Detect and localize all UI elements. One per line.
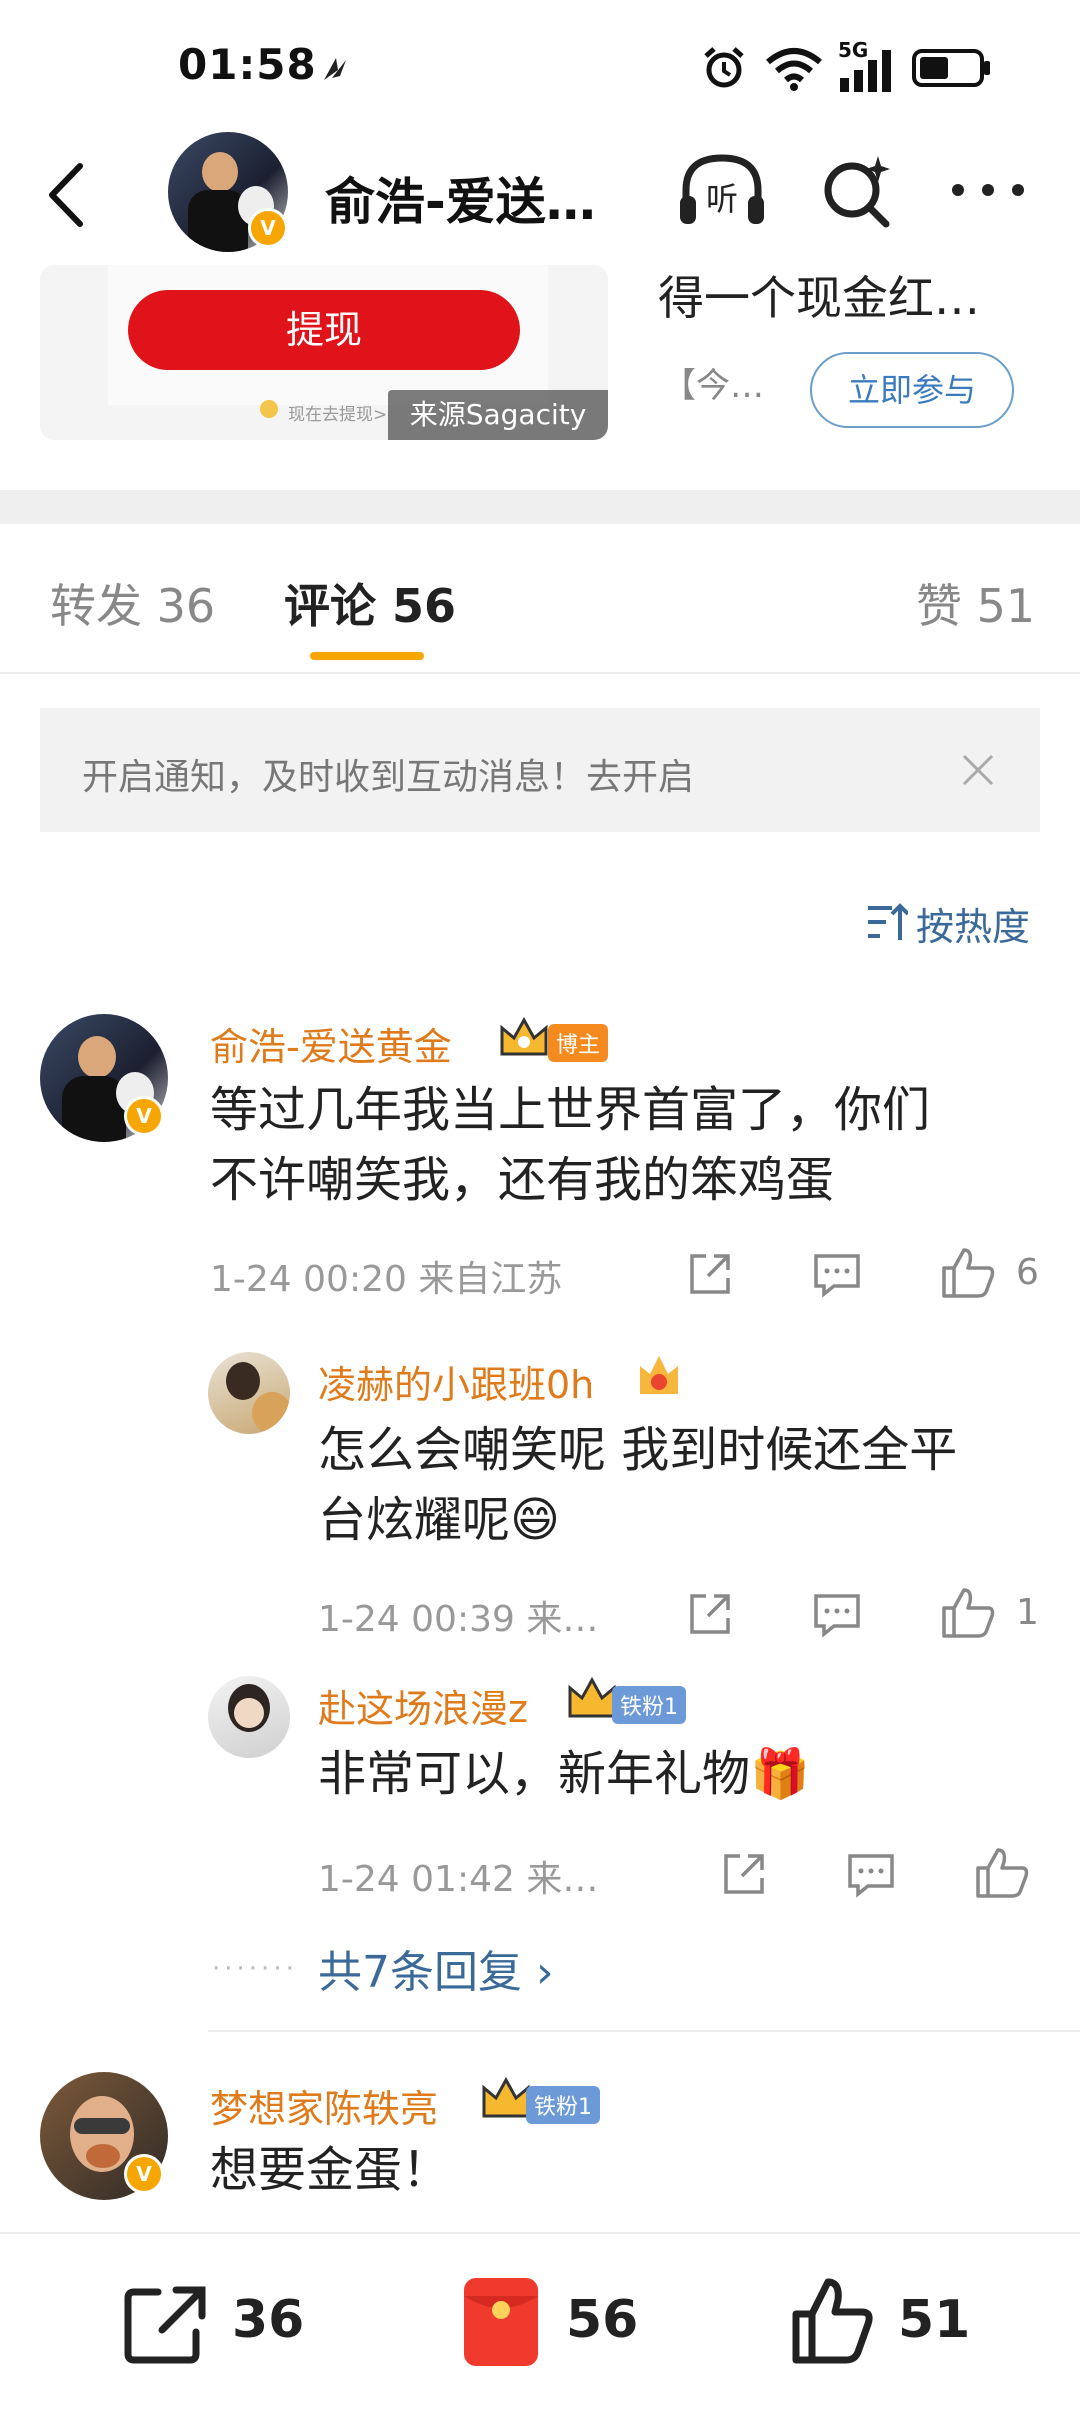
tab-active-indicator bbox=[310, 652, 424, 660]
ai-search-icon[interactable] bbox=[818, 150, 898, 230]
promo-subtitle: 【今… bbox=[662, 366, 764, 406]
comment-text-line1: 想要金蛋！ bbox=[210, 2142, 451, 2198]
listen-label: 听 bbox=[706, 180, 738, 218]
comment-text-line2: 不许嘲笑我，还有我的笨鸡蛋 bbox=[210, 1152, 835, 1208]
alarm-icon bbox=[704, 47, 744, 88]
verified-badge-icon: V bbox=[124, 1096, 164, 1136]
section-divider bbox=[0, 490, 1080, 524]
withdraw-button[interactable]: 提现 bbox=[128, 290, 520, 370]
verified-badge-icon: V bbox=[124, 2154, 164, 2194]
close-icon[interactable] bbox=[960, 752, 996, 788]
battery-icon bbox=[912, 49, 990, 87]
comment-text-line1: 等过几年我当上世界首富了，你们 bbox=[210, 1082, 931, 1138]
reply-icon[interactable] bbox=[846, 1852, 896, 1898]
crown-heart-icon bbox=[640, 1356, 678, 1394]
red-envelope-comment-icon[interactable] bbox=[462, 2276, 540, 2368]
reply-icon[interactable] bbox=[812, 1252, 862, 1298]
comment-author-name[interactable]: 梦想家陈轶亮 bbox=[210, 2078, 438, 2133]
crown-icon bbox=[568, 1676, 616, 1718]
like-count: 1 bbox=[1016, 1592, 1039, 1633]
view-more-replies[interactable]: 共7条回复 › bbox=[318, 1936, 554, 2000]
reply-meta: 1-24 01:42 来… bbox=[318, 1859, 599, 1900]
withdraw-note: 现在去提现> bbox=[288, 405, 388, 425]
reply-author-name[interactable]: 凌赫的小跟班0h bbox=[318, 1354, 594, 1409]
promo-title[interactable]: 得一个现金红… bbox=[658, 262, 980, 328]
like-count-total[interactable]: 51 bbox=[898, 2290, 970, 2350]
blogger-badge: 博主 bbox=[548, 1024, 609, 1062]
verified-badge-icon: V bbox=[248, 208, 288, 248]
reply-text-line1: 怎么会嘲笑呢 我到时候还全平 bbox=[318, 1422, 958, 1478]
send-icon bbox=[324, 58, 346, 80]
crown-icon bbox=[482, 2076, 530, 2118]
reply-avatar[interactable] bbox=[208, 1676, 290, 1758]
headphones-listen-icon[interactable]: 听 bbox=[676, 150, 768, 230]
reply-author-name[interactable]: 赴这场浪漫z bbox=[318, 1678, 528, 1733]
repost-icon[interactable] bbox=[124, 2284, 208, 2364]
share-icon[interactable] bbox=[686, 1590, 734, 1638]
reply-icon[interactable] bbox=[812, 1592, 862, 1638]
comment-separator bbox=[208, 2030, 1080, 2032]
more-icon[interactable] bbox=[948, 180, 1028, 200]
coin-icon bbox=[260, 400, 278, 418]
sort-by-heat[interactable]: 按热度 bbox=[916, 896, 1030, 951]
share-icon[interactable] bbox=[720, 1850, 768, 1898]
join-now-button[interactable]: 立即参与 bbox=[810, 352, 1014, 428]
sort-icon[interactable] bbox=[866, 902, 908, 942]
reply-dots-divider: ······· bbox=[212, 1954, 298, 1984]
like-icon[interactable] bbox=[790, 2276, 874, 2366]
tab-comments[interactable]: 评论 56 bbox=[284, 570, 456, 636]
share-icon[interactable] bbox=[686, 1250, 734, 1298]
comment-author-name[interactable]: 俞浩-爱送黄金 bbox=[210, 1016, 452, 1071]
comment-count[interactable]: 56 bbox=[566, 2290, 638, 2350]
like-icon[interactable] bbox=[974, 1846, 1030, 1900]
author-name-title[interactable]: 俞浩-爱送… bbox=[325, 162, 596, 234]
repost-count[interactable]: 36 bbox=[232, 2290, 304, 2350]
reply-meta: 1-24 00:39 来… bbox=[318, 1599, 599, 1640]
like-icon[interactable] bbox=[940, 1586, 996, 1640]
wifi-icon bbox=[766, 48, 822, 91]
reply-text-line2: 台炫耀呢😄 bbox=[318, 1492, 561, 1548]
tab-likes[interactable]: 赞 51 bbox=[916, 570, 1035, 636]
like-count: 6 bbox=[1016, 1252, 1039, 1293]
iron-fan-badge: 铁粉1 bbox=[612, 1686, 686, 1724]
like-icon[interactable] bbox=[940, 1246, 996, 1300]
iron-fan-badge: 铁粉1 bbox=[526, 2086, 600, 2124]
reply-text-line1: 非常可以，新年礼物🎁 bbox=[318, 1746, 810, 1802]
source-tag: 来源Sagacity bbox=[388, 390, 608, 440]
comment-meta: 1-24 00:20 来自江苏 bbox=[210, 1259, 563, 1300]
status-bar: 01:58 5G bbox=[0, 0, 1080, 130]
signal-icon bbox=[840, 50, 891, 92]
notification-text[interactable]: 开启通知，及时收到互动消息！去开启 bbox=[82, 748, 694, 800]
tabs-divider bbox=[0, 672, 1080, 674]
back-icon[interactable] bbox=[44, 160, 88, 230]
reply-avatar[interactable] bbox=[208, 1352, 290, 1434]
tab-repost[interactable]: 转发 36 bbox=[50, 570, 215, 636]
status-time: 01:58 bbox=[178, 40, 317, 89]
crown-icon bbox=[500, 1016, 548, 1056]
